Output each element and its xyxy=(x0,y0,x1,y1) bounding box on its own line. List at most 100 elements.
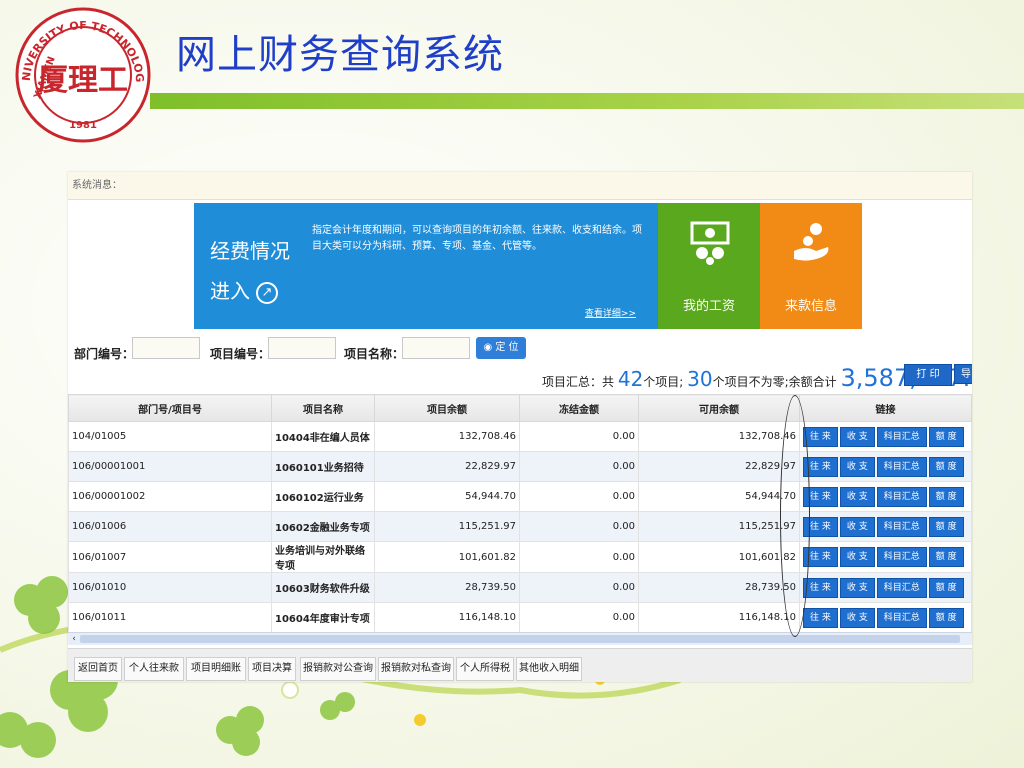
project-table: 部门号/项目号 项目名称 项目余额 冻结金额 可用余额 链接 104/01005… xyxy=(68,394,972,633)
link-subject-summary-button[interactable]: 科目汇总 xyxy=(876,426,927,447)
col-dept-project: 部门号/项目号 xyxy=(68,394,272,422)
bottom-nav: 返回首页 个人往来款 项目明细账 项目决算 报销款对公查询 报销款对私查询 个人所得税 其他收… xyxy=(68,648,972,682)
bottom-nav-button[interactable]: 个人所得税 xyxy=(456,657,514,681)
table-row: 106/00001002 1060102运行业务 54,944.70 0.00 54,9… xyxy=(68,481,972,512)
link-income-expense-button[interactable]: 收 支 xyxy=(839,486,875,507)
cell-dept-project: 106/01011 xyxy=(68,602,272,633)
cell-project-name: 10602金融业务专项 xyxy=(271,511,375,542)
banner-enter-label: 进入 xyxy=(210,279,250,303)
tile-my-salary[interactable]: 我的工资 xyxy=(658,203,760,329)
cell-links: 往 来收 支科目汇总额 度 xyxy=(799,602,972,633)
link-income-expense-button[interactable]: 收 支 xyxy=(839,456,875,477)
summary-mid2: 个项目不为零;余额合计 xyxy=(712,375,837,389)
bottom-nav-button[interactable]: 项目明细账 xyxy=(186,657,246,681)
link-transactions-button[interactable]: 往 来 xyxy=(803,426,838,447)
link-income-expense-button[interactable]: 收 支 xyxy=(839,516,875,537)
link-quota-button[interactable]: 额 度 xyxy=(928,516,964,537)
link-quota-button[interactable]: 额 度 xyxy=(928,456,964,477)
cell-balance: 22,829.97 xyxy=(374,451,520,482)
link-subject-summary-button[interactable]: 科目汇总 xyxy=(876,486,927,507)
cell-balance: 116,148.10 xyxy=(374,602,520,633)
cell-frozen: 0.00 xyxy=(519,602,639,633)
scrollbar-thumb[interactable] xyxy=(80,635,960,643)
table-row: 104/01005 10404非在编人员体 132,708.46 0.00 132,70… xyxy=(68,421,972,452)
link-subject-summary-button[interactable]: 科目汇总 xyxy=(876,516,927,537)
university-logo: UNIVERSITY OF TECHNOLOGY XIAMEN 1981 厦理工 xyxy=(14,6,151,143)
horizontal-scrollbar[interactable]: ‹ xyxy=(68,632,972,645)
link-income-expense-button[interactable]: 收 支 xyxy=(839,607,875,628)
logo-year: 1981 xyxy=(69,120,97,131)
bottom-nav-button[interactable]: 报销款对私查询 xyxy=(378,657,454,681)
hand-coin-icon xyxy=(794,223,829,261)
finance-app-window: 系统消息： 经费情况 进入 ↗ 指定会计年度和期间，可以查询项目的年初余额、往来款… xyxy=(68,172,972,682)
search-row: 部门编号： 项目编号： 项目名称： ◉ 定 位 xyxy=(68,335,972,365)
link-subject-summary-button[interactable]: 科目汇总 xyxy=(876,456,927,477)
cell-balance: 101,601.82 xyxy=(374,541,520,573)
banner-enter[interactable]: 进入 ↗ xyxy=(210,275,278,304)
cell-available: 132,708.46 xyxy=(638,421,800,452)
link-quota-button[interactable]: 额 度 xyxy=(928,607,964,628)
link-transactions-button[interactable]: 往 来 xyxy=(803,607,838,628)
link-quota-button[interactable]: 额 度 xyxy=(928,547,964,567)
cell-project-name: 1060102运行业务 xyxy=(271,481,375,512)
cell-available: 54,944.70 xyxy=(638,481,800,512)
bottom-nav-button[interactable]: 返回首页 xyxy=(74,657,122,681)
link-quota-button[interactable]: 额 度 xyxy=(928,486,964,507)
cell-links: 往 来收 支科目汇总额 度 xyxy=(799,511,972,542)
cell-dept-project: 106/01010 xyxy=(68,572,272,603)
link-income-expense-button[interactable]: 收 支 xyxy=(839,426,875,447)
scroll-left-icon[interactable]: ‹ xyxy=(68,633,80,645)
table-row: 106/01007 业务培训与对外联络专项 101,601.82 0.00 101,60… xyxy=(68,541,972,573)
summary-nonzero: 30 xyxy=(687,367,713,391)
print-button[interactable]: 打 印 xyxy=(904,364,952,386)
export-button[interactable]: 导 xyxy=(954,364,972,384)
cell-project-name: 业务培训与对外联络专项 xyxy=(271,541,375,573)
link-quota-button[interactable]: 额 度 xyxy=(928,577,964,598)
view-details-link[interactable]: 查看详细>> xyxy=(585,306,636,319)
cell-dept-project: 106/00001002 xyxy=(68,481,272,512)
bottom-nav-button[interactable]: 个人往来款 xyxy=(124,657,184,681)
cell-links: 往 来收 支科目汇总额 度 xyxy=(799,572,972,603)
locate-label: 定 位 xyxy=(495,342,519,353)
col-links: 链接 xyxy=(799,394,972,422)
link-subject-summary-button[interactable]: 科目汇总 xyxy=(876,607,927,628)
banner-description: 指定会计年度和期间，可以查询项目的年初余额、往来款、收支和结余。项目大类可以分为… xyxy=(312,225,642,252)
link-quota-button[interactable]: 额 度 xyxy=(928,426,964,447)
dept-label: 部门编号： xyxy=(74,347,135,361)
summary-count: 42 xyxy=(617,367,644,391)
link-transactions-button[interactable]: 往 来 xyxy=(803,577,838,598)
project-name-input[interactable] xyxy=(402,337,470,359)
link-income-expense-button[interactable]: 收 支 xyxy=(839,577,875,598)
col-frozen: 冻结金额 xyxy=(519,394,639,422)
cell-balance: 54,944.70 xyxy=(374,481,520,512)
link-subject-summary-button[interactable]: 科目汇总 xyxy=(876,547,927,567)
cell-dept-project: 106/01007 xyxy=(68,541,272,573)
cell-balance: 132,708.46 xyxy=(374,421,520,452)
banner-title: 经费情况 xyxy=(210,239,290,263)
project-no-input[interactable] xyxy=(268,337,336,359)
tile-income-info[interactable]: 来款信息 xyxy=(760,203,862,329)
col-project-name: 项目名称 xyxy=(271,394,375,422)
tile-income-info-label: 来款信息 xyxy=(784,299,837,314)
cell-dept-project: 106/01006 xyxy=(68,511,272,542)
table-row: 106/01011 10604年度审计专项 116,148.10 0.00 116,14… xyxy=(68,602,972,633)
dept-input[interactable] xyxy=(132,337,200,359)
cell-available: 22,829.97 xyxy=(638,451,800,482)
target-icon: ◉ xyxy=(483,342,496,353)
project-no-label: 项目编号： xyxy=(210,347,271,361)
cell-project-name: 1060101业务招待 xyxy=(271,451,375,482)
table-row: 106/01006 10602金融业务专项 115,251.97 0.00 115,25… xyxy=(68,511,972,542)
link-income-expense-button[interactable]: 收 支 xyxy=(839,547,875,567)
locate-button[interactable]: ◉ 定 位 xyxy=(476,337,526,359)
link-subject-summary-button[interactable]: 科目汇总 xyxy=(876,577,927,598)
cell-links: 往 来收 支科目汇总额 度 xyxy=(799,451,972,482)
cell-links: 往 来收 支科目汇总额 度 xyxy=(799,541,972,573)
bottom-nav-button[interactable]: 报销款对公查询 xyxy=(300,657,376,681)
bottom-nav-button[interactable]: 其他收入明细 xyxy=(516,657,582,681)
cell-available: 28,739.50 xyxy=(638,572,800,603)
cell-frozen: 0.00 xyxy=(519,511,639,542)
cell-available: 115,251.97 xyxy=(638,511,800,542)
arrow-up-right-icon: ↗ xyxy=(256,281,278,304)
bottom-nav-button[interactable]: 项目决算 xyxy=(248,657,296,681)
funding-banner[interactable]: 经费情况 进入 ↗ 指定会计年度和期间，可以查询项目的年初余额、往来款、收支和结余… xyxy=(194,203,658,329)
